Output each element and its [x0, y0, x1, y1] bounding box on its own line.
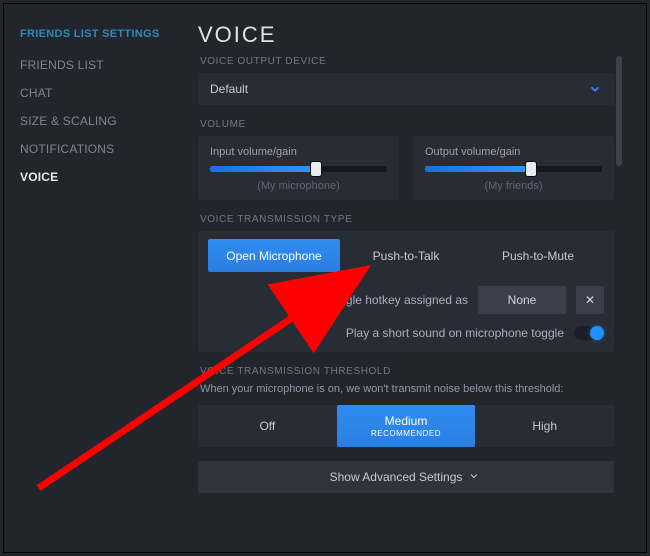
- section-label-output-device: VOICE OUTPUT DEVICE: [200, 56, 614, 67]
- transmission-push-to-mute[interactable]: Push-to-Mute: [472, 239, 604, 272]
- output-volume-sub: (My friends): [425, 180, 602, 192]
- chevron-down-icon: [468, 470, 482, 484]
- sidebar: FRIENDS LIST SETTINGS FRIENDS LIST CHAT …: [4, 4, 176, 552]
- show-advanced-label: Show Advanced Settings: [330, 470, 463, 484]
- page-title: VOICE: [198, 22, 624, 48]
- settings-window: ✕ FRIENDS LIST SETTINGS FRIENDS LIST CHA…: [3, 3, 647, 553]
- sidebar-item-voice[interactable]: VOICE: [20, 170, 176, 184]
- threshold-options: Off Medium RECOMMENDED High: [198, 405, 614, 447]
- sidebar-item-notifications[interactable]: NOTIFICATIONS: [20, 142, 176, 156]
- voice-output-device-select[interactable]: Default: [198, 73, 614, 105]
- sidebar-item-size-scaling[interactable]: SIZE & SCALING: [20, 114, 176, 128]
- threshold-high[interactable]: High: [475, 405, 614, 447]
- output-volume-box: Output volume/gain (My friends): [413, 136, 614, 200]
- scrollbar[interactable]: [616, 56, 622, 552]
- threshold-description: When your microphone is on, we won't tra…: [200, 383, 614, 395]
- section-label-threshold: VOICE TRANSMISSION THRESHOLD: [200, 366, 614, 377]
- transmission-push-to-talk[interactable]: Push-to-Talk: [340, 239, 472, 272]
- voice-output-device-value: Default: [210, 82, 248, 96]
- threshold-medium-sub: RECOMMENDED: [371, 429, 441, 438]
- hotkey-input[interactable]: None: [478, 286, 566, 314]
- output-volume-title: Output volume/gain: [425, 146, 602, 158]
- threshold-off-label: Off: [259, 419, 275, 433]
- section-label-transmission: VOICE TRANSMISSION TYPE: [200, 214, 614, 225]
- input-volume-box: Input volume/gain (My microphone): [198, 136, 399, 200]
- sound-toggle-row: Play a short sound on microphone toggle: [208, 326, 604, 340]
- chevron-down-icon: [588, 82, 602, 96]
- input-volume-title: Input volume/gain: [210, 146, 387, 158]
- sidebar-title: FRIENDS LIST SETTINGS: [20, 28, 176, 40]
- transmission-options: Open Microphone Push-to-Talk Push-to-Mut…: [208, 239, 604, 272]
- transmission-panel: Open Microphone Push-to-Talk Push-to-Mut…: [198, 231, 614, 352]
- threshold-high-label: High: [532, 419, 557, 433]
- sidebar-item-chat[interactable]: CHAT: [20, 86, 176, 100]
- hotkey-label: Mute toggle hotkey assigned as: [299, 293, 468, 307]
- main-panel: VOICE VOICE OUTPUT DEVICE Default VOLUME…: [176, 4, 646, 552]
- hotkey-row: Mute toggle hotkey assigned as None ✕: [208, 286, 604, 314]
- section-label-volume: VOLUME: [200, 119, 614, 130]
- scroll-area: VOICE OUTPUT DEVICE Default VOLUME Input…: [198, 56, 624, 552]
- hotkey-clear-button[interactable]: ✕: [576, 286, 604, 314]
- input-volume-slider[interactable]: [210, 166, 387, 172]
- threshold-off[interactable]: Off: [198, 405, 337, 447]
- show-advanced-button[interactable]: Show Advanced Settings: [198, 461, 614, 493]
- sound-toggle-label: Play a short sound on microphone toggle: [346, 326, 564, 340]
- transmission-open-microphone[interactable]: Open Microphone: [208, 239, 340, 272]
- sidebar-item-friends-list[interactable]: FRIENDS LIST: [20, 58, 176, 72]
- threshold-medium-label: Medium: [385, 414, 428, 428]
- sound-toggle-switch[interactable]: [574, 326, 604, 340]
- input-volume-sub: (My microphone): [210, 180, 387, 192]
- volume-row: Input volume/gain (My microphone) Output…: [198, 136, 614, 200]
- output-volume-slider[interactable]: [425, 166, 602, 172]
- threshold-medium[interactable]: Medium RECOMMENDED: [337, 405, 476, 447]
